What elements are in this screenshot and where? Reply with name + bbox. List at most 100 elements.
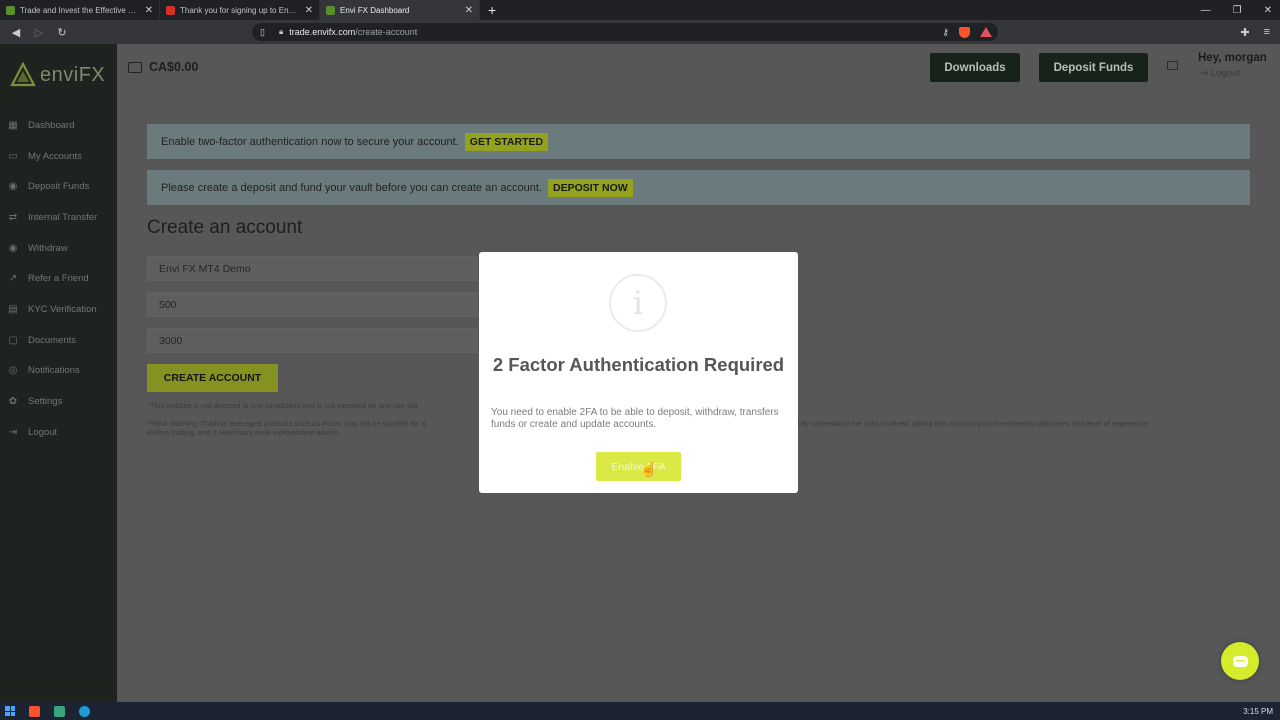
close-tab-icon[interactable]: ✕ <box>145 5 153 16</box>
bookmark-icon[interactable]: ▯ <box>260 27 265 38</box>
header-logout-link[interactable]: ⇥ Logout <box>1200 68 1240 79</box>
downloads-button[interactable]: Downloads <box>930 53 1020 82</box>
sidebar-item-deposit-funds[interactable]: ◉ Deposit Funds <box>0 171 117 202</box>
gear-icon: ✿ <box>8 396 18 408</box>
envifx-logo[interactable]: enviFX <box>10 62 105 88</box>
sidebar-item-label: My Accounts <box>28 150 82 162</box>
leverage-input[interactable]: 500 <box>147 292 478 317</box>
sidebar-item-documents[interactable]: ▢ Documents <box>0 325 117 356</box>
sidebar-item-label: Internal Transfer <box>28 211 98 223</box>
forward-icon[interactable]: ▷ <box>32 26 46 39</box>
sidebar-item-logout[interactable]: ⇥ Logout <box>0 417 117 448</box>
logo-mark-icon <box>10 62 36 87</box>
deposit-banner-text: Please create a deposit and fund your va… <box>161 181 542 194</box>
user-greeting: Hey, morgan <box>1198 52 1267 64</box>
logout-icon: ⇥ <box>1200 68 1208 79</box>
sidebar-item-label: Deposit Funds <box>28 181 90 193</box>
edge-taskbar-icon[interactable] <box>79 705 90 717</box>
lock-icon[interactable]: 🔒︎ <box>279 27 283 37</box>
sidebar-item-my-accounts[interactable]: ▭ My Accounts <box>0 141 117 172</box>
sidebar-item-label: Withdraw <box>28 242 68 254</box>
tab-title: Envi FX Dashboard <box>340 5 410 15</box>
url-domain: trade.envifx.com <box>289 27 356 37</box>
risk-warning-line2: Before trading, and if necessary seek in… <box>147 427 341 437</box>
get-started-button[interactable]: GET STARTED <box>464 132 549 151</box>
sidebar-item-label: Documents <box>28 334 77 346</box>
close-tab-icon[interactable]: ✕ <box>465 5 473 16</box>
transfer-icon: ⇄ <box>8 211 18 223</box>
sidebar: enviFX ▦ Dashboard ▭ My Accounts ◉ Deposit … <box>0 44 117 702</box>
extensions-icon[interactable]: ✚ <box>1240 26 1249 39</box>
risk-warning: **Risk Warning: Trading leveraged produc… <box>147 419 426 437</box>
twofa-banner: Enable two-factor authentication now to … <box>147 124 1250 159</box>
wallet-balance: CA$0.00 <box>128 60 198 74</box>
enable-2fa-button[interactable]: Enable 2FA <box>596 452 681 481</box>
os-taskbar: 3:15 PM <box>0 702 1280 720</box>
minimize-icon[interactable]: — <box>1201 5 1211 16</box>
logout-icon: ⇥ <box>8 426 18 438</box>
sidebar-item-label: KYC Verification <box>28 303 97 315</box>
close-tab-icon[interactable]: ✕ <box>305 5 313 16</box>
sidebar-item-kyc-verification[interactable]: ▤ KYC Verification <box>0 294 117 325</box>
id-card-icon: ▤ <box>8 303 18 315</box>
key-icon[interactable]: ⚷ <box>942 27 949 38</box>
message-icon[interactable] <box>1167 61 1178 70</box>
gmail-favicon <box>166 5 175 15</box>
sidebar-item-dashboard[interactable]: ▦ Dashboard <box>0 110 117 141</box>
url-icons: ⚷ <box>942 23 992 41</box>
sidebar-item-label: Logout <box>28 426 58 438</box>
bell-icon: ◎ <box>8 365 18 377</box>
sidebar-item-label: Refer a Friend <box>28 273 89 285</box>
browser-tab-2[interactable]: Thank you for signing up to Envi FX - ✕ <box>160 0 320 20</box>
sidebar-item-refer-a-friend[interactable]: ↗ Refer a Friend <box>0 263 117 294</box>
share-icon: ↗ <box>8 273 18 285</box>
logo-text: enviFX <box>40 63 106 86</box>
hand-cursor-icon: ☝ <box>640 461 658 477</box>
close-window-icon[interactable]: ✕ <box>1264 5 1272 16</box>
sidebar-item-settings[interactable]: ✿ Settings <box>0 386 117 417</box>
logout-label: Logout <box>1210 68 1241 79</box>
system-clock: 3:15 PM <box>1243 706 1273 716</box>
sidebar-item-label: Dashboard <box>28 119 75 131</box>
app-taskbar-icon[interactable] <box>54 705 65 717</box>
chat-button[interactable] <box>1221 642 1259 680</box>
brave-rewards-icon[interactable] <box>980 27 992 37</box>
wallet-icon <box>128 61 142 73</box>
menu-icon[interactable]: ≡ <box>1264 26 1270 38</box>
browser-toolbar-right: ✚ ≡ <box>1240 20 1270 44</box>
tab-title: Trade and Invest the Effective Way | E <box>20 5 140 15</box>
brave-taskbar-icon[interactable] <box>29 705 40 717</box>
new-tab-icon[interactable]: + <box>480 2 504 18</box>
url-field[interactable]: ▯ 🔒︎ trade.envifx.com/create-account ⚷ <box>252 23 998 41</box>
deposit-banner: Please create a deposit and fund your va… <box>147 170 1250 205</box>
sidebar-item-withdraw[interactable]: ◉ Withdraw <box>0 233 117 264</box>
risk-warning-continued: ully understand the risks involved, taki… <box>798 419 1151 428</box>
create-account-button[interactable]: CREATE ACCOUNT <box>147 364 278 392</box>
sidebar-item-notifications[interactable]: ◎ Notifications <box>0 356 117 387</box>
browser-address-bar: ◀ ▷ ↻ ▯ 🔒︎ trade.envifx.com/create-accou… <box>0 20 1280 44</box>
envifx-favicon <box>6 5 15 15</box>
browser-tab-3[interactable]: Envi FX Dashboard ✕ <box>320 0 480 20</box>
chat-icon <box>1232 655 1248 667</box>
sidebar-item-label: Settings <box>28 396 63 408</box>
deposit-funds-button[interactable]: Deposit Funds <box>1039 53 1148 82</box>
twofa-required-dialog: i 2 Factor Authentication Required You n… <box>479 252 798 493</box>
page-title: Create an account <box>147 217 303 238</box>
sidebar-item-internal-transfer[interactable]: ⇄ Internal Transfer <box>0 202 117 233</box>
url-path: /create-account <box>355 27 418 37</box>
grid-icon: ▦ <box>8 119 18 131</box>
deposit-now-button[interactable]: DEPOSIT NOW <box>547 178 633 197</box>
jurisdiction-disclaimer: *This website is not directed at any jur… <box>147 401 418 410</box>
dollar-icon: ◉ <box>8 181 18 193</box>
reload-icon[interactable]: ↻ <box>55 26 69 39</box>
brave-shield-icon[interactable] <box>959 26 970 38</box>
restore-icon[interactable]: ❐ <box>1233 5 1242 16</box>
amount-input[interactable]: 3000 <box>147 328 478 353</box>
account-type-select[interactable]: Envi FX MT4 Demo <box>147 256 478 281</box>
back-icon[interactable]: ◀ <box>9 26 23 39</box>
info-icon: i <box>609 274 667 332</box>
windows-start-icon[interactable] <box>5 706 15 716</box>
browser-tab-1[interactable]: Trade and Invest the Effective Way | E ✕ <box>0 0 160 20</box>
withdraw-icon: ◉ <box>8 242 18 254</box>
document-icon: ▢ <box>8 334 18 346</box>
